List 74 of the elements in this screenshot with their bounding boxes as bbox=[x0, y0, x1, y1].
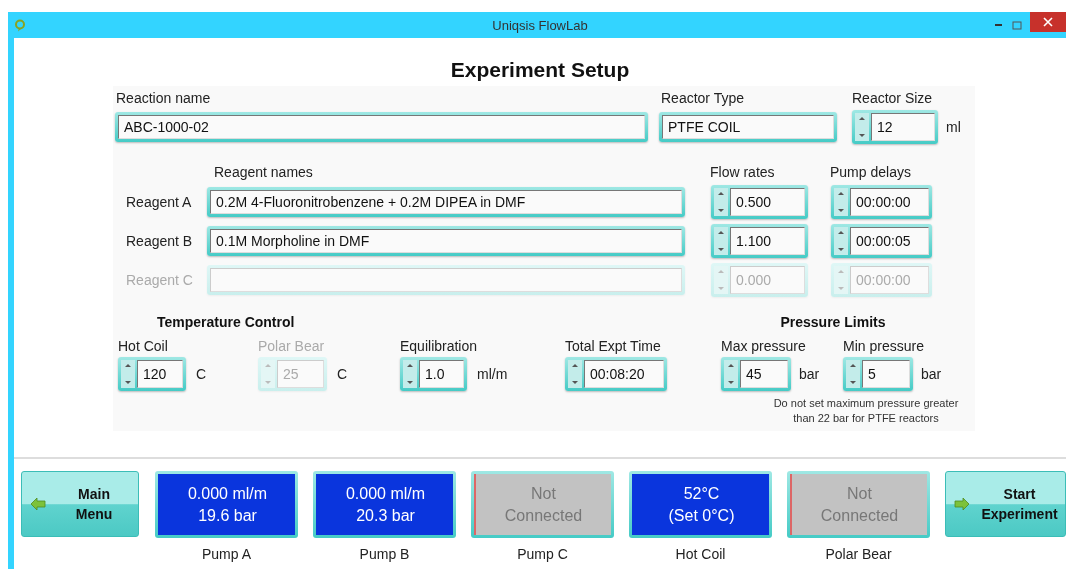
device-caption: Hot Coil bbox=[675, 546, 726, 562]
spin-field[interactable]: 12 bbox=[852, 110, 938, 144]
row-label: Reagent A bbox=[126, 194, 193, 210]
arrow-icon bbox=[30, 497, 46, 511]
spin-buttons[interactable] bbox=[846, 360, 860, 388]
device-caption: Pump A bbox=[202, 546, 251, 562]
status-text: (Set 0°C) bbox=[668, 505, 735, 526]
unit-label: bar bbox=[921, 366, 943, 382]
status-text: 20.3 bar bbox=[356, 505, 415, 526]
spin-buttons[interactable] bbox=[403, 360, 417, 388]
arrow-icon bbox=[954, 497, 970, 511]
spin-field[interactable]: 45 bbox=[721, 357, 791, 391]
spin-buttons[interactable] bbox=[724, 360, 738, 388]
spin-field[interactable]: 00:08:20 bbox=[565, 357, 667, 391]
column-header: Pump delays bbox=[830, 164, 911, 180]
field-label: Min pressure bbox=[843, 338, 925, 354]
column-header: Flow rates bbox=[710, 164, 776, 180]
status-text: Not bbox=[531, 483, 556, 504]
spin-buttons[interactable] bbox=[855, 113, 869, 141]
text-field[interactable]: PTFE COIL bbox=[659, 112, 837, 142]
column-header: Reagent names bbox=[214, 164, 314, 180]
status-text: 52°C bbox=[683, 483, 720, 504]
field-label: Reaction name bbox=[116, 90, 212, 106]
field-label: Reactor Size bbox=[852, 90, 934, 106]
minimize-icon[interactable] bbox=[994, 23, 1004, 27]
maximize-icon[interactable] bbox=[1012, 20, 1022, 30]
field-label: Equilibration bbox=[400, 338, 479, 354]
status-text: 0.000 ml/m bbox=[187, 483, 268, 504]
unit-label: C bbox=[196, 366, 208, 382]
spin-buttons[interactable] bbox=[568, 360, 582, 388]
device-caption: Polar Bear bbox=[825, 546, 892, 562]
spin-field[interactable]: 00:00:05 bbox=[831, 224, 932, 258]
unit-label: ml bbox=[946, 119, 961, 135]
unit-label: C bbox=[337, 366, 349, 382]
spin-field[interactable]: 00:00:00 bbox=[831, 185, 932, 219]
spin-field[interactable]: 5 bbox=[843, 357, 913, 391]
spin-buttons[interactable] bbox=[714, 227, 728, 255]
status-text: 19.6 bar bbox=[198, 505, 257, 526]
row-label: Reagent C bbox=[126, 272, 194, 288]
spin-field[interactable]: 120 bbox=[118, 357, 186, 391]
spin-field[interactable]: 1.0 bbox=[400, 357, 467, 391]
close-button[interactable] bbox=[1030, 12, 1066, 32]
field-label: Reactor Type bbox=[661, 90, 745, 106]
row-label: Reagent B bbox=[126, 233, 194, 249]
main-menu-button[interactable]: Main Menu bbox=[21, 471, 139, 537]
field-label: Total Expt Time bbox=[565, 338, 662, 354]
text-field[interactable]: 0.1M Morpholine in DMF bbox=[207, 226, 685, 256]
spin-buttons[interactable] bbox=[121, 360, 135, 388]
status-text: 0.000 ml/m bbox=[345, 483, 426, 504]
window-title: Uniqsis FlowLab bbox=[491, 17, 589, 33]
field-label: Hot Coil bbox=[118, 338, 169, 354]
spin-buttons[interactable] bbox=[834, 188, 848, 216]
close-icon bbox=[1043, 17, 1053, 27]
section-title: Pressure Limits bbox=[780, 314, 886, 330]
spin-field[interactable]: 1.100 bbox=[711, 224, 808, 258]
field-label: Max pressure bbox=[721, 338, 807, 354]
text-field[interactable]: ABC-1000-02 bbox=[115, 112, 648, 142]
start-experiment-button[interactable]: Start Experiment bbox=[945, 471, 1066, 537]
device-caption: Pump C bbox=[517, 546, 568, 562]
status-text: Connected bbox=[820, 505, 899, 526]
section-title: Temperature Control bbox=[157, 314, 296, 330]
unit-label: ml/m bbox=[477, 366, 509, 382]
text-field[interactable]: 0.2M 4-Fluoronitrobenzene + 0.2M DIPEA in DMF bbox=[207, 187, 685, 217]
page-heading: Experiment Setup bbox=[450, 58, 630, 82]
unit-label: bar bbox=[799, 366, 821, 382]
spin-buttons[interactable] bbox=[834, 227, 848, 255]
device-caption: Pump B bbox=[359, 546, 410, 562]
spin-buttons[interactable] bbox=[714, 188, 728, 216]
status-text: Not bbox=[847, 483, 872, 504]
field-label: Polar Bear bbox=[258, 338, 326, 354]
spin-field[interactable]: 0.500 bbox=[711, 185, 808, 219]
app-logo-icon bbox=[14, 18, 26, 32]
status-text: Connected bbox=[504, 505, 583, 526]
pressure-note: Do not set maximum pressure greater than 22 bar for PTFE reactors bbox=[772, 396, 960, 426]
